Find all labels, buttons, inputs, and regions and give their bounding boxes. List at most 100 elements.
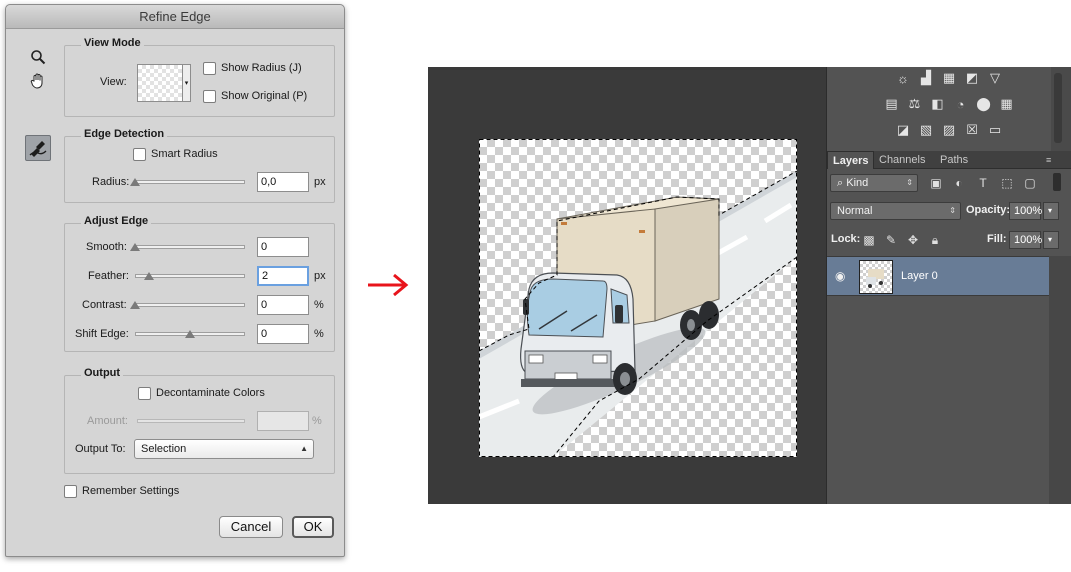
view-label: View: [100, 76, 127, 88]
ok-button[interactable]: OK [292, 516, 334, 538]
channel-mixer-icon[interactable]: ⬤ [975, 95, 993, 113]
smart-radius-checkbox[interactable] [133, 148, 146, 161]
output-to-label: Output To: [75, 443, 126, 455]
filter-kind-select[interactable]: ⌕ Kind ⇕ [830, 174, 918, 192]
filter-toggle[interactable] [1053, 173, 1061, 191]
opacity-dropdown[interactable]: ▾ [1043, 202, 1059, 220]
remember-settings-checkbox[interactable] [64, 485, 77, 498]
adjustments-row-3: ◪ ▧ ▨ ☒ ▭ [827, 121, 1071, 143]
shift-edge-label: Shift Edge: [75, 328, 129, 340]
lock-transparent-icon[interactable]: ▩ [861, 232, 877, 248]
view-mode-preview[interactable] [137, 64, 183, 102]
panels-dock: ☼ ▟ ▦ ◩ ▽ ▤ ⚖ ◧ ◔ ⬤ ▦ ◪ ▧ ▨ ☒ ▭ Layers C… [826, 67, 1071, 504]
output-title: Output [81, 367, 124, 379]
select-arrows-icon: ▲ [300, 444, 308, 453]
contrast-slider-thumb[interactable] [130, 301, 140, 309]
contrast-label: Contrast: [82, 299, 127, 311]
smooth-slider-track[interactable] [135, 245, 245, 249]
refine-edge-dialog: Refine Edge View Mode View: ▾ Show Radiu… [5, 4, 345, 557]
hand-tool-icon[interactable] [27, 70, 49, 92]
lock-image-icon[interactable]: ✎ [883, 232, 899, 248]
posterize-icon[interactable]: ▧ [917, 121, 935, 139]
panel-menu-icon[interactable]: ≡ [1041, 151, 1056, 169]
lock-all-icon[interactable]: 🔒︎ [927, 232, 943, 248]
tab-layers[interactable]: Layers [827, 151, 875, 169]
color-balance-icon[interactable]: ⚖ [906, 95, 924, 113]
layers-scrollbar[interactable] [1049, 256, 1071, 504]
show-original-label: Show Original (P) [221, 90, 308, 102]
edge-detection-title: Edge Detection [81, 128, 168, 140]
curves-icon[interactable]: ▦ [940, 69, 958, 87]
gradient-map-icon[interactable]: ▭ [986, 121, 1004, 139]
select-arrows-icon: ⇕ [906, 178, 913, 187]
adjustments-row-2: ▤ ⚖ ◧ ◔ ⬤ ▦ [827, 95, 1071, 117]
document-canvas[interactable] [479, 139, 797, 457]
vibrance-icon[interactable]: ▽ [986, 69, 1004, 87]
output-group: Output Decontaminate Colors Amount: % Ou… [64, 367, 335, 474]
opacity-input[interactable]: 100% [1009, 202, 1042, 220]
radius-unit: px [314, 176, 326, 188]
feather-input[interactable]: 2 [257, 266, 309, 286]
black-white-icon[interactable]: ◧ [929, 95, 947, 113]
smooth-input[interactable]: 0 [257, 237, 309, 257]
threshold-icon[interactable]: ▨ [940, 121, 958, 139]
color-lookup-icon[interactable]: ▦ [998, 95, 1016, 113]
show-radius-checkbox[interactable] [203, 62, 216, 75]
lock-label: Lock: [831, 233, 861, 245]
view-mode-dropdown[interactable]: ▾ [183, 64, 191, 102]
amount-label: Amount: [87, 415, 128, 427]
layer-thumbnail [859, 260, 893, 294]
adjustments-row-1: ☼ ▟ ▦ ◩ ▽ [827, 69, 1071, 91]
layers-panel-tabs: Layers Channels Paths ≡ [827, 151, 1071, 169]
invert-icon[interactable]: ◪ [894, 121, 912, 139]
contrast-slider-track[interactable] [135, 303, 245, 307]
tab-paths[interactable]: Paths [935, 151, 973, 169]
fill-dropdown[interactable]: ▾ [1043, 231, 1059, 249]
edge-detection-group: Edge Detection Smart Radius Radius: 0,0 … [64, 128, 335, 203]
smart-object-filter-icon[interactable]: ▢ [1022, 175, 1038, 191]
shift-edge-input[interactable]: 0 [257, 324, 309, 344]
show-original-checkbox[interactable] [203, 90, 216, 103]
remember-settings-label: Remember Settings [82, 485, 180, 497]
adjust-edge-group: Adjust Edge Smooth: 0 Feather: 2 px Cont… [64, 215, 335, 352]
zoom-tool-icon[interactable] [27, 46, 49, 68]
radius-slider-thumb[interactable] [130, 178, 140, 186]
decontaminate-colors-checkbox[interactable] [138, 387, 151, 400]
adjustment-filter-icon[interactable]: ◐ [951, 175, 967, 191]
tab-channels[interactable]: Channels [874, 151, 930, 169]
feather-slider-thumb[interactable] [144, 272, 155, 280]
amount-slider-track [137, 419, 245, 423]
amount-input [257, 411, 309, 431]
radius-label: Radius: [92, 176, 130, 188]
layer-row[interactable]: ◉ Layer 0 [827, 256, 1049, 296]
smooth-label: Smooth: [86, 241, 127, 253]
pixel-filter-icon[interactable]: ▣ [928, 175, 944, 191]
contrast-input[interactable]: 0 [257, 295, 309, 315]
filter-kind-value: Kind [846, 177, 869, 189]
brightness-icon[interactable]: ☼ [894, 69, 912, 87]
hue-saturation-icon[interactable]: ▤ [883, 95, 901, 113]
radius-input[interactable]: 0,0 [257, 172, 309, 192]
eye-icon[interactable]: ◉ [835, 269, 849, 283]
type-filter-icon[interactable]: T [975, 175, 991, 191]
truck-image [479, 139, 797, 457]
levels-icon[interactable]: ▟ [917, 69, 935, 87]
shape-filter-icon[interactable]: ⬚ [999, 175, 1015, 191]
radius-slider-track[interactable] [135, 180, 245, 184]
layer-name: Layer 0 [901, 270, 938, 282]
output-to-select[interactable]: Selection ▲ [134, 439, 314, 459]
selective-color-icon[interactable]: ☒ [963, 121, 981, 139]
blend-mode-select[interactable]: Normal ⇕ [830, 202, 961, 220]
feather-label: Feather: [88, 270, 129, 282]
cancel-button[interactable]: Cancel [219, 516, 283, 538]
photo-filter-icon[interactable]: ◔ [952, 95, 970, 113]
lock-position-icon[interactable]: ✥ [905, 232, 921, 248]
exposure-icon[interactable]: ◩ [963, 69, 981, 87]
dialog-title: Refine Edge [6, 5, 344, 29]
fill-label: Fill: [987, 233, 1007, 245]
fill-input[interactable]: 100% [1009, 231, 1042, 249]
refine-radius-tool-icon[interactable] [25, 135, 51, 161]
smooth-slider-thumb[interactable] [130, 243, 140, 251]
shift-edge-slider-thumb[interactable] [185, 330, 195, 338]
output-to-value: Selection [141, 443, 187, 455]
